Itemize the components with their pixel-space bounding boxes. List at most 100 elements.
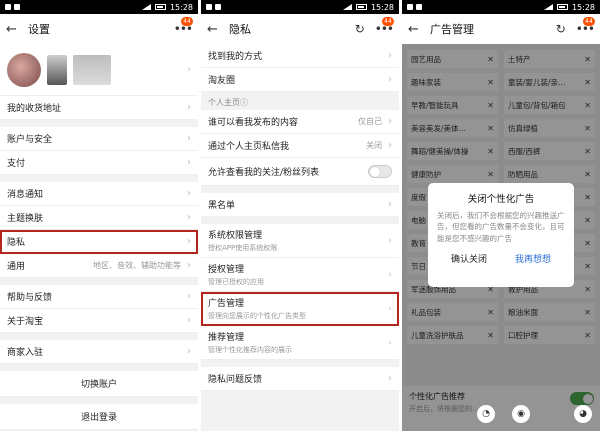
signal-icon <box>342 4 352 10</box>
notification-icon <box>416 4 422 10</box>
privacy-item-private-message[interactable]: 通过个人主页私信我 关闭 › <box>201 134 399 158</box>
chevron-right-icon: › <box>187 133 191 144</box>
item-label: 我的收货地址 <box>7 104 62 114</box>
logout-button[interactable]: 退出登录 <box>0 404 198 430</box>
signal-icon <box>543 4 553 10</box>
item-desc: 管理向您展示的个性化广告类型 <box>208 312 306 320</box>
refresh-icon[interactable]: ↻ <box>355 22 365 36</box>
item-desc: 管理个性化推荐内容的展示 <box>208 346 292 354</box>
chevron-right-icon: › <box>388 140 392 151</box>
refresh-icon[interactable]: ↻ <box>556 22 566 36</box>
item-label: 广告管理 <box>208 299 245 309</box>
item-label: 隐私问题反馈 <box>208 375 263 385</box>
section-header: 个人主页ⓘ <box>201 92 399 110</box>
settings-item-general[interactable]: 通用 地区、音效、辅助功能等 › <box>0 254 198 278</box>
chevron-right-icon: › <box>388 74 392 85</box>
profile-row[interactable]: › <box>0 44 198 96</box>
privacy-item-authorization[interactable]: 授权管理 管理已授权的应用 › <box>201 258 399 292</box>
chevron-right-icon: › <box>187 346 191 357</box>
item-label: 黑名单 <box>208 201 236 211</box>
chevron-right-icon: › <box>388 235 392 246</box>
privacy-item-system-permissions[interactable]: 系统权限管理授权APP使用系统权限 › <box>201 224 399 258</box>
chevron-right-icon: › <box>388 373 392 384</box>
confirm-close-button[interactable]: 确认关闭 <box>437 252 501 265</box>
dialog-body: 关闭后，我们不会根据您的兴趣推送广告，但您看的广告数量不会变化，且可能是您不感兴… <box>437 211 565 243</box>
settings-item-notifications[interactable]: 消息通知 › <box>0 182 198 206</box>
item-value: 地区、音效、辅助功能等 <box>93 261 181 270</box>
settings-item-address[interactable]: 我的收货地址 › <box>0 96 198 120</box>
chevron-right-icon: › <box>187 64 191 75</box>
profile-icon[interactable]: ◕ <box>574 405 592 423</box>
item-label: 谁可以看我发布的内容 <box>208 118 299 128</box>
back-arrow-icon[interactable]: ← <box>408 22 426 37</box>
message-badge: 44 <box>181 17 193 26</box>
item-label: 支付 <box>7 159 26 169</box>
settings-item-theme[interactable]: 主题换肤 › <box>0 206 198 230</box>
item-label: 通过个人主页私信我 <box>208 142 290 152</box>
item-value: 关闭 <box>366 141 382 150</box>
privacy-item-recommendation[interactable]: 推荐管理 管理个性化推荐内容的展示 › <box>201 326 399 360</box>
follow-list-toggle[interactable] <box>368 165 392 178</box>
privacy-item-friends-circle[interactable]: 淘友圈 › <box>201 68 399 92</box>
notification-icon <box>206 4 212 10</box>
item-label: 系统权限管理 <box>208 231 263 241</box>
status-bar: 15:28 <box>0 0 198 14</box>
chevron-right-icon: › <box>187 315 191 326</box>
item-label: 商家入驻 <box>7 348 44 358</box>
reconsider-button[interactable]: 我再想想 <box>501 252 565 265</box>
avatar <box>7 52 41 87</box>
battery-icon <box>154 4 166 10</box>
item-label: 推荐管理 <box>208 333 245 343</box>
settings-panel: 15:28 ← 设置 ••• 44 › 我的收货地址 › 账户与安全 › 支付 › 消… <box>0 0 198 431</box>
settings-item-merchant[interactable]: 商家入驻 › <box>0 340 198 364</box>
item-label: 隐私 <box>7 238 26 248</box>
status-time: 15:28 <box>571 2 595 12</box>
notification-icon <box>14 4 20 10</box>
page-title: 设置 <box>28 23 50 36</box>
back-arrow-icon[interactable]: ← <box>6 22 24 37</box>
settings-item-help[interactable]: 帮助与反馈 › <box>0 285 198 309</box>
blurred-name <box>47 54 67 85</box>
chevron-right-icon: › <box>388 199 392 210</box>
status-time: 15:28 <box>169 2 193 12</box>
page-title: 隐私 <box>229 23 251 36</box>
chevron-right-icon: › <box>187 260 191 271</box>
settings-item-account-security[interactable]: 账户与安全 › <box>0 127 198 151</box>
nav-bar: ← 设置 ••• 44 <box>0 14 198 44</box>
status-bar: 15:28 <box>402 0 600 14</box>
chevron-right-icon: › <box>187 291 191 302</box>
chevron-right-icon: › <box>388 269 392 280</box>
message-badge: 44 <box>583 17 595 26</box>
item-label: 帮助与反馈 <box>7 293 53 303</box>
item-label: 找到我的方式 <box>208 52 263 62</box>
privacy-item-feedback[interactable]: 隐私问题反馈 › <box>201 367 399 391</box>
privacy-item-blacklist[interactable]: 黑名单 › <box>201 193 399 217</box>
chevron-right-icon: › <box>388 50 392 61</box>
chevron-right-icon: › <box>187 102 191 113</box>
cart-icon[interactable]: ◉ <box>512 405 530 423</box>
item-desc: 授权APP使用系统权限 <box>208 244 278 252</box>
blurred-info <box>73 54 111 85</box>
item-label: 通用 <box>7 262 26 272</box>
privacy-panel: 15:28 ← 隐私 ↻ ••• 44 找到我的方式 › 淘友圈 › 个人主页ⓘ 谁… <box>201 0 399 431</box>
item-value: 仅自己 <box>358 117 382 126</box>
ad-management-panel: 15:28 ← 广告管理 ↻ ••• 44 园艺用品 ✕ 土特产 ✕ 趣味家装 ✕ 童装/婴… <box>402 0 600 431</box>
item-label: 允许查看我的关注/粉丝列表 <box>208 168 320 178</box>
settings-item-about[interactable]: 关于淘宝 › <box>0 309 198 333</box>
status-bar: 15:28 <box>201 0 399 14</box>
settings-item-privacy[interactable]: 隐私 › <box>0 230 198 254</box>
chat-icon[interactable]: ◔ <box>477 405 495 423</box>
battery-icon <box>556 4 568 10</box>
back-arrow-icon[interactable]: ← <box>207 22 225 37</box>
switch-account-button[interactable]: 切换账户 <box>0 371 198 397</box>
item-label: 主题换肤 <box>7 214 44 224</box>
item-label: 授权管理 <box>208 265 245 275</box>
chevron-right-icon: › <box>187 236 191 247</box>
privacy-item-find-me[interactable]: 找到我的方式 › <box>201 44 399 68</box>
privacy-item-who-can-see[interactable]: 谁可以看我发布的内容 仅自己 › <box>201 110 399 134</box>
privacy-item-ad-management[interactable]: 广告管理 管理向您展示的个性化广告类型 › <box>201 292 399 326</box>
message-badge: 44 <box>382 17 394 26</box>
item-label: 淘友圈 <box>208 76 236 86</box>
settings-item-payment[interactable]: 支付 › <box>0 151 198 175</box>
chevron-right-icon: › <box>388 116 392 127</box>
